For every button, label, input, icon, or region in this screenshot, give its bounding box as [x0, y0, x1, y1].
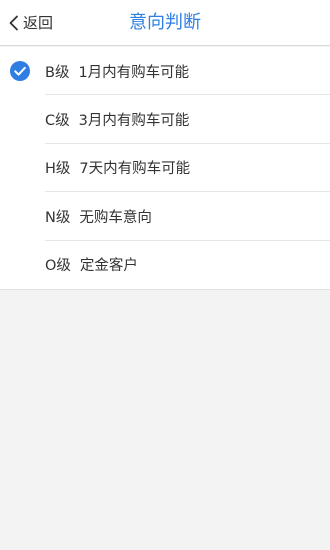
intent-option-list: B级 1月内有购车可能 C级 3月内有购车可能 H级 7天内有购车可能 N级 无… — [0, 47, 330, 290]
back-label: 返回 — [23, 14, 54, 32]
option-level: H级 — [45, 161, 71, 178]
option-level: B级 — [45, 64, 70, 81]
check-slot — [10, 206, 30, 226]
option-level: N级 — [45, 209, 71, 226]
option-h[interactable]: H级 7天内有购车可能 — [0, 144, 330, 193]
option-desc: 1月内有购车可能 — [78, 64, 190, 81]
header-bar: 返回 意向判断 — [0, 0, 330, 46]
option-desc: 定金客户 — [79, 258, 138, 275]
check-slot — [10, 110, 30, 130]
option-desc: 无购车意向 — [79, 209, 152, 226]
option-c[interactable]: C级 3月内有购车可能 — [0, 95, 330, 144]
check-slot — [10, 255, 30, 275]
option-desc: 7天内有购车可能 — [79, 161, 191, 178]
option-level: O级 — [45, 258, 71, 275]
back-button[interactable]: 返回 — [8, 10, 53, 36]
option-b[interactable]: B级 1月内有购车可能 — [0, 47, 330, 96]
option-n[interactable]: N级 无购车意向 — [0, 192, 330, 241]
checkmark-circle-icon — [10, 61, 30, 82]
check-slot — [10, 158, 30, 178]
option-level: C级 — [45, 113, 70, 130]
option-o[interactable]: O级 定金客户 — [0, 241, 330, 289]
chevron-left-icon — [8, 15, 20, 31]
option-desc: 3月内有购车可能 — [78, 113, 190, 130]
